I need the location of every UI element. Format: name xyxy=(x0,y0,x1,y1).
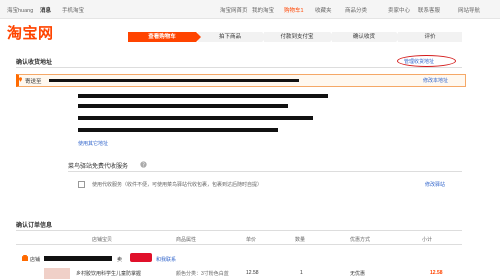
item-quantity: 1 xyxy=(300,270,303,276)
taobao-logo[interactable]: 淘宝网 xyxy=(7,22,54,43)
modify-address-link[interactable]: 修改本地址 xyxy=(423,77,448,84)
shop-label: 店铺 xyxy=(30,257,41,263)
site-topbar: 海宝huang 消息 手机淘宝 淘宝网首页 我的淘宝 购物车1 收藏夹 商品分类… xyxy=(0,0,500,19)
shop-icon xyxy=(22,255,28,261)
location-pin-icon xyxy=(19,77,22,82)
item-subtotal: 12.58 xyxy=(430,270,443,276)
divider xyxy=(16,230,462,231)
shop-name[interactable]: 卖 xyxy=(117,256,122,263)
col-shop-item: 店铺宝贝 xyxy=(92,237,113,243)
user-name-link[interactable]: 海宝huang xyxy=(7,6,33,14)
redacted-address-2 xyxy=(78,104,288,108)
contact-seller-link[interactable]: 和我联系 xyxy=(156,256,176,263)
item-title[interactable]: 乡村胶饮用科学生儿童防掌握 xyxy=(76,270,141,277)
step-place-order: 拍下商品 xyxy=(198,32,267,42)
site-nav-link[interactable]: 网站导航 xyxy=(458,6,480,14)
cart-link[interactable]: 购物车1 xyxy=(284,6,304,14)
col-discount: 优惠方式 xyxy=(350,237,371,243)
col-subtotal: 小计 xyxy=(422,237,433,243)
col-attributes: 商品属性 xyxy=(176,237,197,243)
step-review: 评价 xyxy=(398,32,462,42)
item-discount: 无优惠 xyxy=(350,271,366,277)
address-section-title: 确认收货地址 xyxy=(16,60,53,66)
customer-service-link[interactable]: 联系客服 xyxy=(418,6,440,14)
messages-link[interactable]: 消息 xyxy=(40,6,51,14)
redacted-address-4 xyxy=(78,128,278,132)
taobao-home-link[interactable]: 淘宝网首页 xyxy=(220,6,248,14)
cainiao-option-text: 使用代收服务（收件不便，可使用菜鸟驿站代收包裹，包裹到达后随时自提） xyxy=(92,182,263,188)
step-confirm-receipt: 确认收货 xyxy=(332,32,401,42)
redacted-address xyxy=(49,79,299,82)
use-other-address-link[interactable]: 使用其它地址 xyxy=(78,140,108,147)
cainiao-title: 菜鸟驿站免费代收服务 xyxy=(68,164,129,170)
send-to-label: 寄送至 xyxy=(25,79,42,85)
redacted-shop-badge xyxy=(130,253,152,262)
order-section-title: 确认订单信息 xyxy=(16,223,53,229)
item-thumbnail[interactable] xyxy=(44,268,70,279)
redacted-shop-name xyxy=(44,256,112,261)
divider xyxy=(68,171,462,172)
item-attributes: 颜色分类：3寸粉色白蓝 xyxy=(176,271,229,277)
seller-center-link[interactable]: 卖家中心 xyxy=(388,6,410,14)
step-pay: 付款到支付宝 xyxy=(264,32,335,42)
use-cainiao-checkbox[interactable] xyxy=(78,181,85,188)
mobile-taobao-link[interactable]: 手机淘宝 xyxy=(62,6,84,14)
question-icon[interactable]: ? xyxy=(140,161,147,168)
divider xyxy=(16,67,462,68)
my-taobao-link[interactable]: 我的淘宝 xyxy=(252,6,274,14)
svg-text:?: ? xyxy=(142,163,145,168)
col-price: 单价 xyxy=(246,237,257,243)
redacted-address-3 xyxy=(78,116,313,120)
item-price: 12.58 xyxy=(246,270,259,276)
categories-link[interactable]: 商品分类 xyxy=(345,6,367,14)
selected-address-row[interactable]: 寄送至 修改本地址 xyxy=(16,74,466,87)
col-quantity: 数量 xyxy=(295,237,306,243)
modify-station-link[interactable]: 修改驿站 xyxy=(425,181,445,188)
step-view-cart: 查看购物车 xyxy=(128,32,201,42)
favorites-link[interactable]: 收藏夹 xyxy=(315,6,332,14)
highlight-oval xyxy=(397,55,456,67)
redacted-address-1 xyxy=(78,94,328,98)
divider xyxy=(16,244,462,245)
